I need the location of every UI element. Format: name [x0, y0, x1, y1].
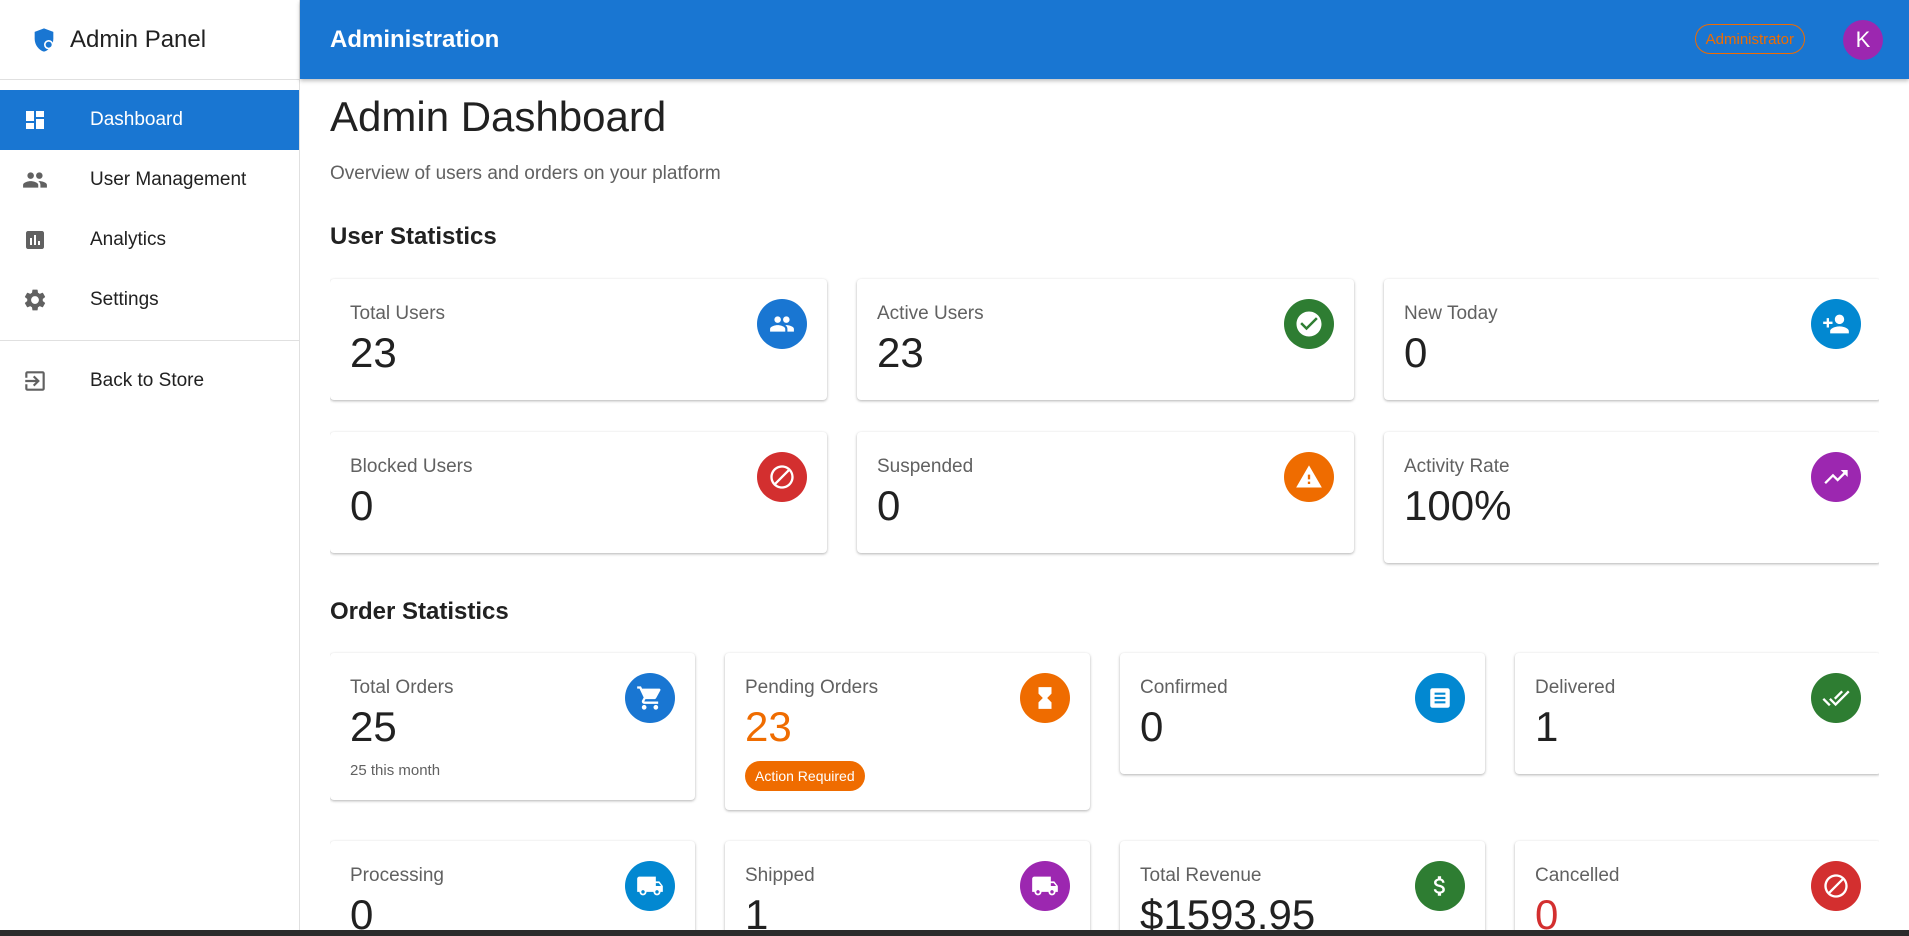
role-badge: Administrator — [1694, 24, 1805, 54]
stat-card-active-users: Active Users 23 — [857, 279, 1354, 400]
stat-value: 25 — [350, 703, 397, 750]
hourglass-icon — [1020, 673, 1070, 723]
admin-app: Admin Panel Dashboard User Management An… — [0, 0, 1909, 936]
warning-icon — [1284, 452, 1334, 502]
block-icon — [1811, 861, 1861, 911]
stat-value: 23 — [350, 329, 397, 376]
brand-title: Admin Panel — [70, 25, 207, 53]
stat-card-new-today: New Today 0 — [1384, 279, 1879, 400]
stat-card-processing: Processing 0 — [330, 841, 695, 936]
people-icon — [22, 167, 48, 193]
truck-icon — [625, 861, 675, 911]
sidebar: Admin Panel Dashboard User Management An… — [0, 0, 300, 936]
user-statistics-heading: User Statistics — [330, 223, 497, 250]
sidebar-item-analytics[interactable]: Analytics — [0, 210, 299, 270]
stat-card-suspended: Suspended 0 — [857, 432, 1354, 553]
app-bar-title: Administration — [330, 25, 500, 53]
shield-icon — [30, 26, 58, 54]
window-bottom-edge — [0, 930, 1909, 936]
stat-label: Shipped — [745, 865, 815, 886]
stat-value: 23 — [877, 329, 924, 376]
page-title: Admin Dashboard — [330, 93, 667, 140]
block-icon — [757, 452, 807, 502]
stat-label: Total Revenue — [1140, 865, 1262, 886]
sidebar-divider — [0, 340, 299, 341]
stat-value: 0 — [1404, 329, 1428, 376]
stat-value: 1 — [1535, 703, 1559, 750]
sidebar-item-settings[interactable]: Settings — [0, 270, 299, 330]
sidebar-item-label: User Management — [90, 169, 247, 190]
stat-card-delivered: Delivered 1 — [1515, 653, 1879, 774]
cart-icon — [625, 673, 675, 723]
receipt-icon — [1415, 673, 1465, 723]
stat-label: Pending Orders — [745, 677, 879, 698]
stat-card-activity-rate: Activity Rate 100% — [1384, 432, 1879, 563]
sidebar-item-label: Back to Store — [90, 370, 205, 391]
sidebar-item-label: Dashboard — [90, 109, 183, 130]
people-icon — [757, 299, 807, 349]
stat-label: Blocked Users — [350, 456, 473, 477]
sidebar-item-dashboard[interactable]: Dashboard — [0, 90, 299, 150]
truck-icon — [1020, 861, 1070, 911]
stat-value: 0 — [877, 482, 901, 529]
stat-label: Active Users — [877, 303, 984, 324]
stat-subtext: 25 this month — [350, 762, 441, 779]
top-app-bar: Administration Administrator K — [300, 0, 1909, 79]
trending-up-icon — [1811, 452, 1861, 502]
order-statistics-heading: Order Statistics — [330, 598, 509, 625]
main-content: Admin Dashboard Overview of users and or… — [330, 79, 1879, 936]
action-required-chip: Action Required — [745, 761, 865, 791]
stat-value: 100% — [1404, 482, 1512, 529]
stat-label: Activity Rate — [1404, 456, 1510, 477]
stat-label: Total Users — [350, 303, 446, 324]
brand[interactable]: Admin Panel — [0, 0, 299, 80]
stat-card-total-orders: Total Orders 25 25 this month — [330, 653, 695, 800]
stat-card-pending-orders: Pending Orders 23 Action Required — [725, 653, 1090, 810]
stat-card-shipped: Shipped 1 — [725, 841, 1090, 936]
page-subtitle: Overview of users and orders on your pla… — [330, 163, 721, 184]
stat-value: 0 — [1140, 703, 1164, 750]
stat-label: Delivered — [1535, 677, 1616, 698]
sidebar-nav: Dashboard User Management Analytics Sett… — [0, 80, 299, 411]
exit-icon — [22, 368, 48, 394]
stat-card-total-revenue: Total Revenue $1593.95 — [1120, 841, 1485, 936]
avatar[interactable]: K — [1843, 20, 1883, 60]
done-all-icon — [1811, 673, 1861, 723]
analytics-icon — [22, 227, 48, 253]
check-circle-icon — [1284, 299, 1334, 349]
stat-label: Processing — [350, 865, 444, 886]
stat-label: Cancelled — [1535, 865, 1620, 886]
stat-label: Total Orders — [350, 677, 454, 698]
gear-icon — [22, 287, 48, 313]
stat-label: New Today — [1404, 303, 1498, 324]
stat-card-confirmed: Confirmed 0 — [1120, 653, 1485, 774]
sidebar-item-label: Analytics — [90, 229, 167, 250]
stat-label: Suspended — [877, 456, 974, 477]
stat-card-total-users: Total Users 23 — [330, 279, 827, 400]
dollar-icon — [1415, 861, 1465, 911]
dashboard-icon — [22, 107, 48, 133]
person-add-icon — [1811, 299, 1861, 349]
stat-label: Confirmed — [1140, 677, 1228, 698]
stat-value: 23 — [745, 703, 792, 750]
sidebar-item-user-management[interactable]: User Management — [0, 150, 299, 210]
stat-card-cancelled: Cancelled 0 — [1515, 841, 1879, 936]
stat-card-blocked-users: Blocked Users 0 — [330, 432, 827, 553]
sidebar-item-label: Settings — [90, 289, 159, 310]
sidebar-item-back-to-store[interactable]: Back to Store — [0, 351, 299, 411]
stat-value: 0 — [350, 482, 374, 529]
